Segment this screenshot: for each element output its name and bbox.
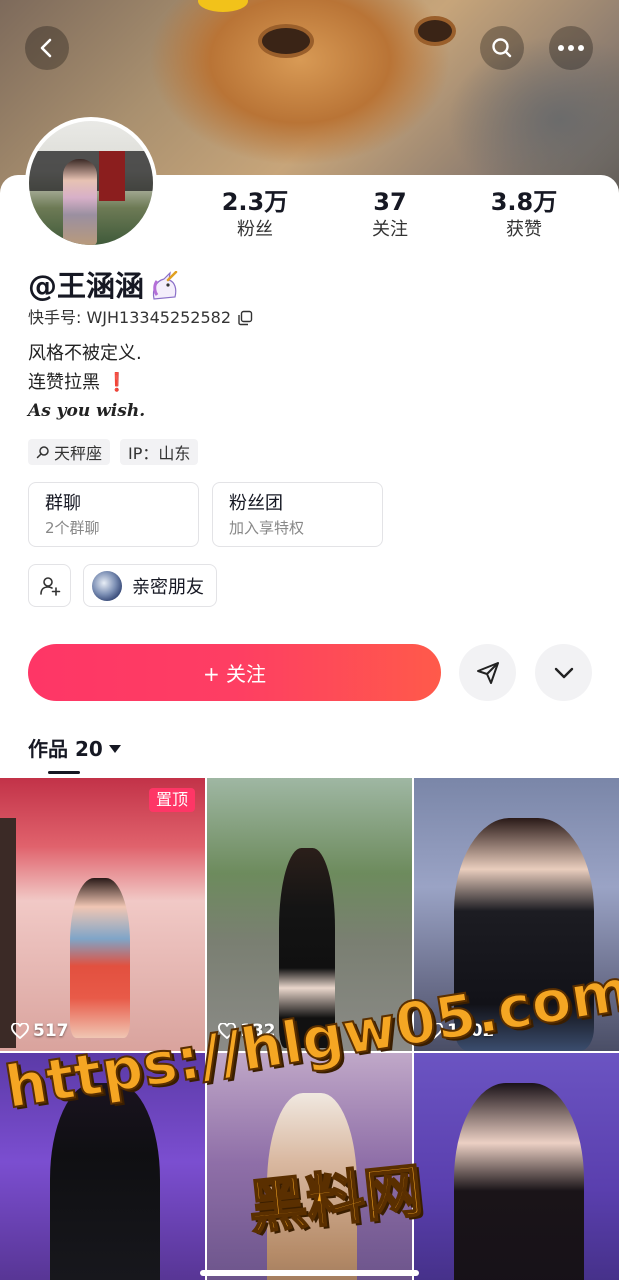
nickname-text: @王涵涵 <box>28 269 145 303</box>
cover-dog-eye <box>418 20 452 42</box>
thumbnail-figure <box>70 878 130 1038</box>
likes-count: 517 <box>33 1021 69 1041</box>
profile-nickname: @王涵涵 <box>28 267 180 305</box>
video-likes: 517 <box>11 1021 69 1041</box>
tag-zodiac[interactable]: 天秤座 <box>28 439 111 465</box>
watermark-name: 黑料网 <box>244 1155 426 1243</box>
pinned-badge: 置顶 <box>148 788 195 812</box>
stat-likes[interactable]: 3.8万 获赞 <box>464 187 584 243</box>
more-options-button[interactable] <box>549 26 593 70</box>
watermark-overlay: https://hlgw05.com 黑料网 <box>0 955 619 1243</box>
stat-value: 3.8万 <box>490 188 558 216</box>
stat-label: 获赞 <box>506 219 542 240</box>
follow-button[interactable]: + 关注 <box>28 644 441 701</box>
search-tag-icon <box>36 446 49 459</box>
stat-label: 关注 <box>372 219 408 240</box>
share-icon <box>476 661 499 684</box>
stat-value: 2.3万 <box>221 188 289 216</box>
box-title: 粉丝团 <box>229 493 283 514</box>
bio-line: As you wish. <box>28 401 146 421</box>
back-arrow-icon <box>40 38 52 58</box>
box-title: 群聊 <box>45 493 81 514</box>
share-button[interactable] <box>459 644 516 701</box>
avatar[interactable] <box>25 117 157 249</box>
profile-tags: 天秤座 IP：山东 <box>28 439 199 465</box>
back-button[interactable] <box>25 26 69 70</box>
tab-works-indicator <box>48 771 80 774</box>
kuaishou-id-text: 快手号: WJH13345252582 <box>28 308 232 327</box>
copy-icon[interactable] <box>237 310 253 326</box>
bio-line-text: 连赞拉黑 <box>28 372 100 393</box>
friend-row: 亲密朋友 <box>28 564 217 607</box>
follow-button-label: + 关注 <box>202 662 267 686</box>
close-friend-avatar <box>92 570 122 601</box>
tag-label: IP：山东 <box>128 444 191 463</box>
stat-value: 37 <box>373 188 407 216</box>
chevron-down-icon <box>554 667 573 678</box>
box-subtitle: 加入享特权 <box>229 519 305 537</box>
group-chat-card[interactable]: 群聊 2个群聊 <box>28 482 199 547</box>
kuaishou-id: 快手号: WJH13345252582 <box>28 307 253 329</box>
bio-line: 风格不被定义. <box>28 343 142 364</box>
avatar-photo <box>29 121 153 245</box>
home-indicator <box>200 1270 419 1276</box>
search-button[interactable] <box>480 26 524 70</box>
tab-works-label: 作品 20 <box>28 737 103 761</box>
community-boxes: 群聊 2个群聊 粉丝团 加入享特权 <box>28 482 383 547</box>
video-thumbnail[interactable]: 置顶 517 <box>0 778 205 1051</box>
tab-works[interactable]: 作品 20 <box>28 735 121 763</box>
add-friend-button[interactable] <box>28 564 71 607</box>
stat-label: 粉丝 <box>237 219 273 240</box>
box-subtitle: 2个群聊 <box>45 519 100 537</box>
add-friend-icon <box>39 576 60 596</box>
tag-ip-location: IP：山东 <box>120 439 199 465</box>
tag-label: 天秤座 <box>54 444 103 463</box>
stat-following[interactable]: 37 关注 <box>330 187 450 243</box>
heart-icon <box>11 1023 29 1039</box>
expand-recommendations-button[interactable] <box>535 644 592 701</box>
stat-fans[interactable]: 2.3万 粉丝 <box>195 187 315 243</box>
unicorn-emoji-icon <box>148 270 180 301</box>
more-dots-icon <box>558 45 584 51</box>
close-friends-button[interactable]: 亲密朋友 <box>83 564 217 607</box>
bio-line: 连赞拉黑 ❗ <box>28 368 145 397</box>
profile-bio: 风格不被定义. 连赞拉黑 ❗ As you wish. <box>28 339 145 426</box>
exclamation-emoji-icon: ❗ <box>105 372 129 393</box>
close-friends-label: 亲密朋友 <box>132 576 204 598</box>
fan-club-card[interactable]: 粉丝团 加入享特权 <box>212 482 383 547</box>
cover-flower <box>198 0 248 12</box>
cover-dog-eye <box>262 28 310 54</box>
caret-down-icon <box>108 745 121 753</box>
search-icon <box>492 38 512 58</box>
